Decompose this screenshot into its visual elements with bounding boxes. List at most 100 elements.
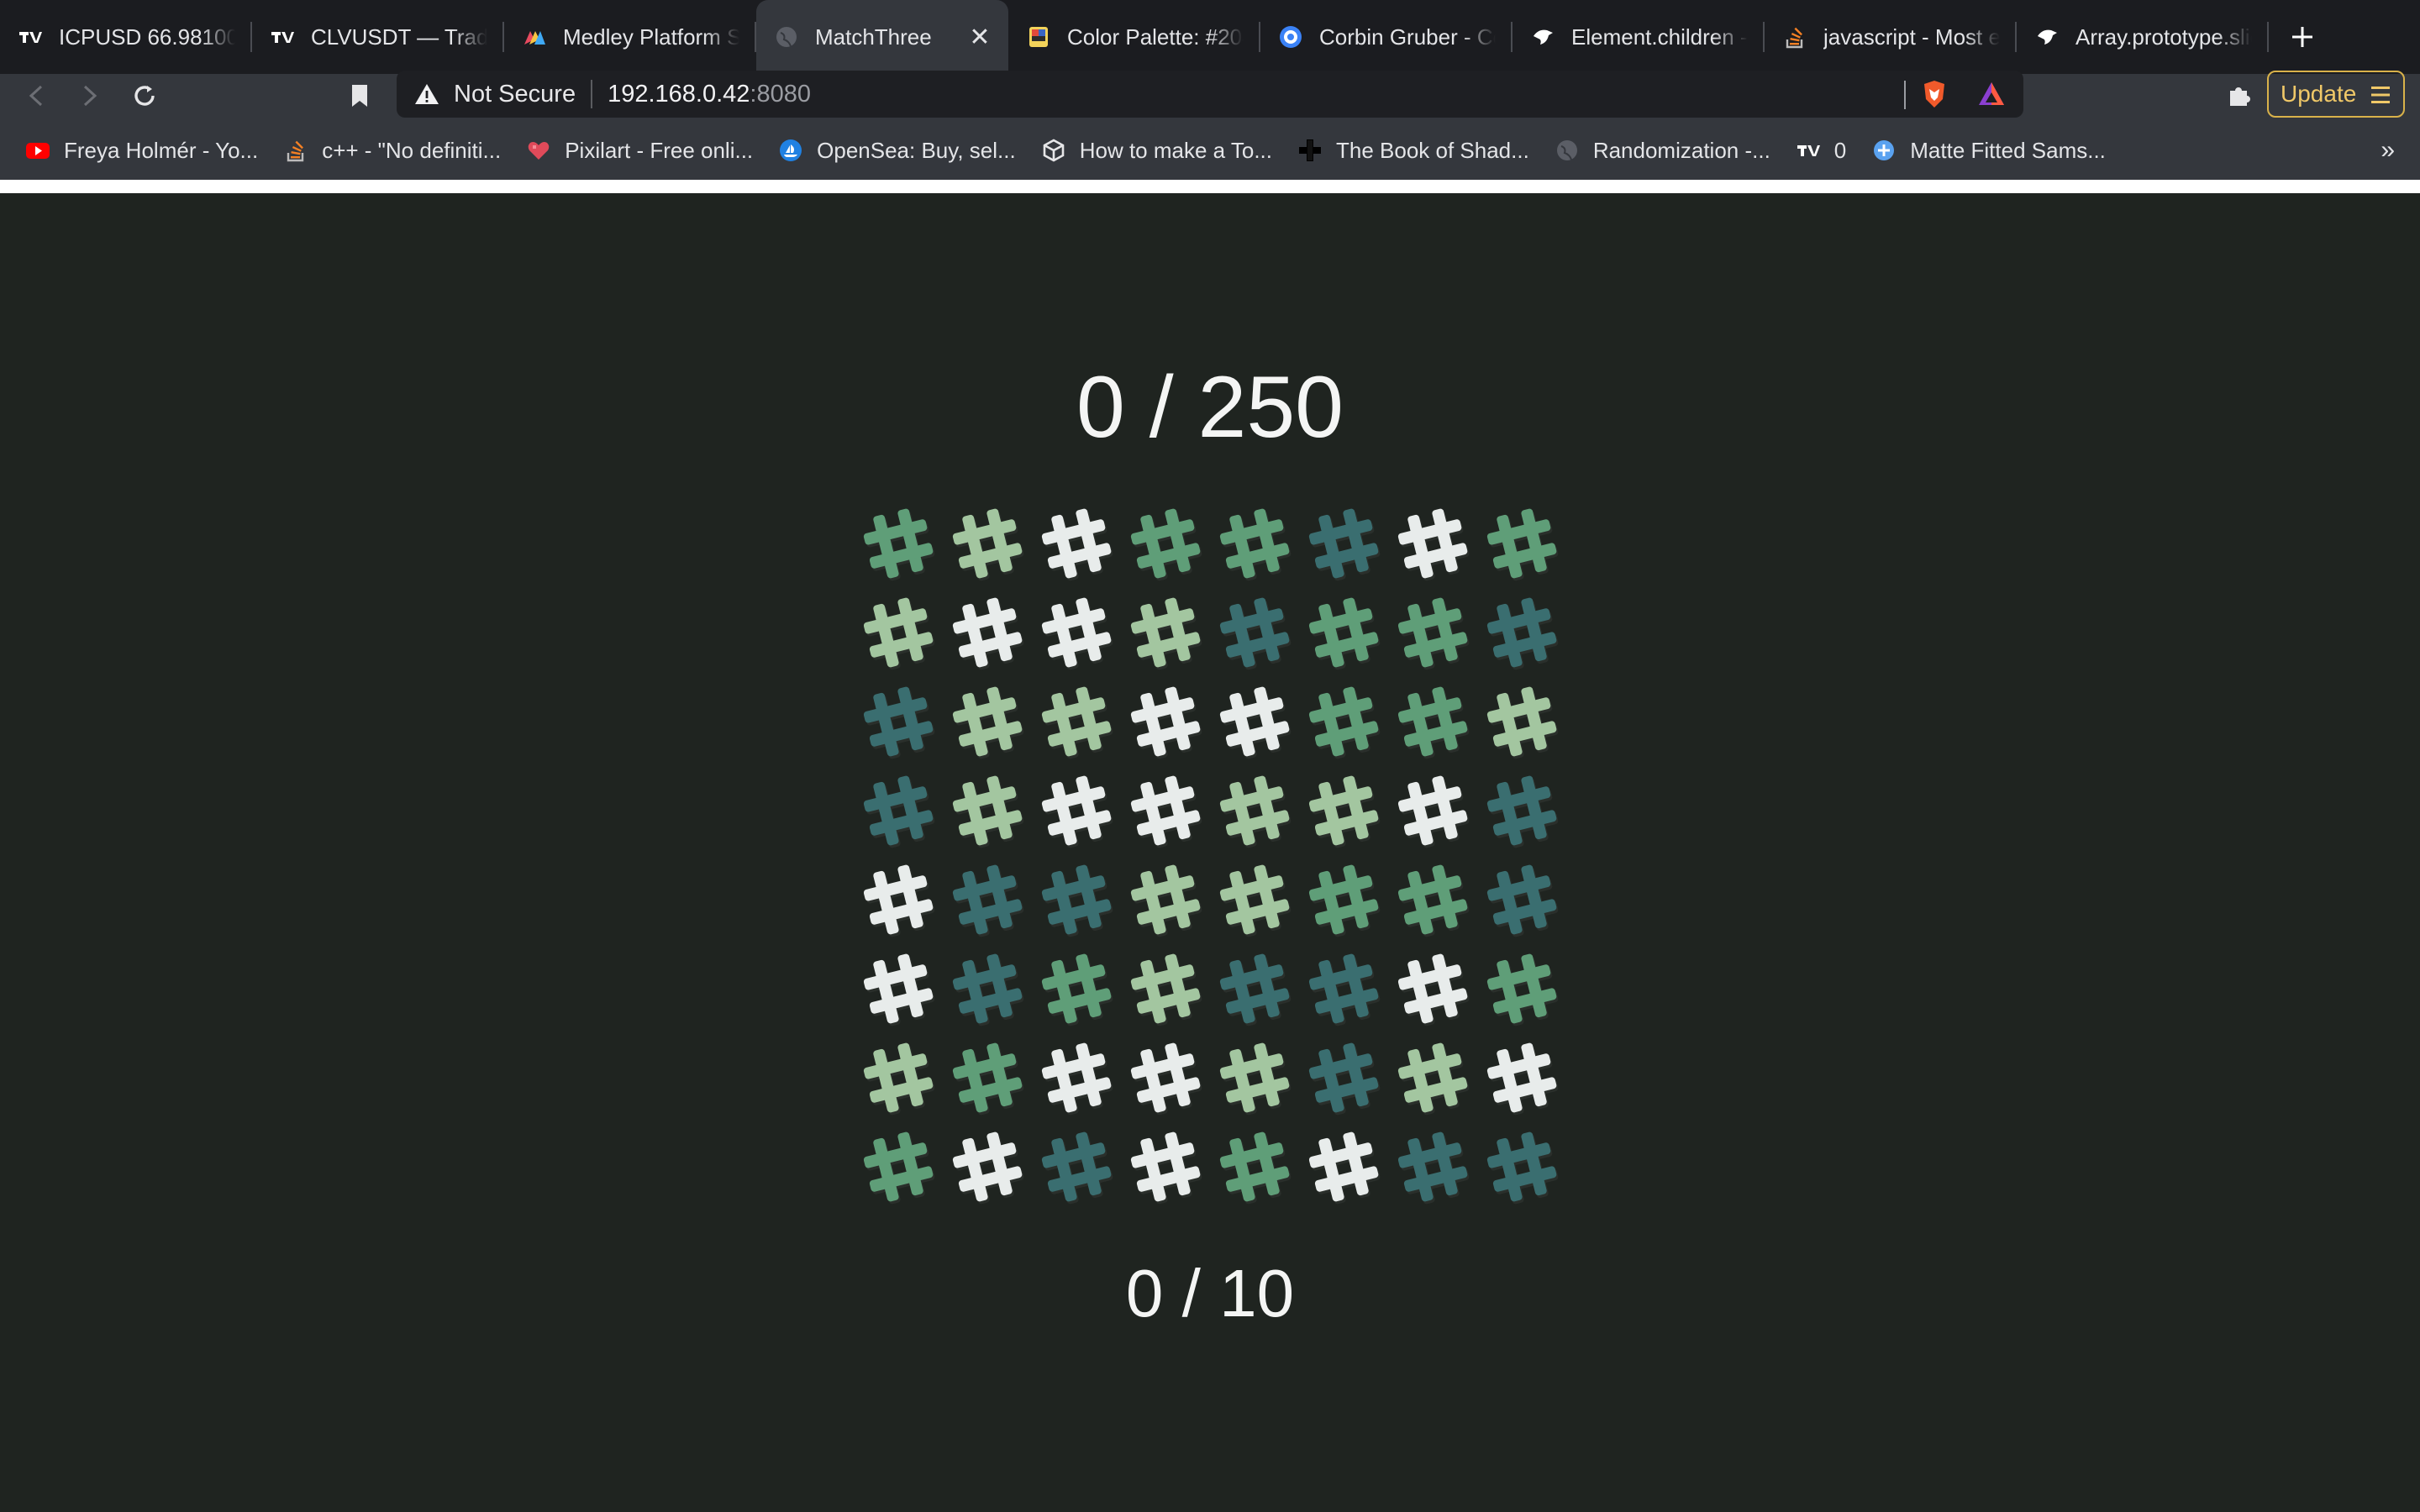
gem-tile[interactable] — [1477, 766, 1566, 855]
reload-button[interactable] — [126, 77, 163, 114]
gem-tile[interactable] — [1299, 1033, 1388, 1122]
gem-tile[interactable] — [1299, 944, 1388, 1033]
bookmark-item[interactable]: Matte Fitted Sams... — [1871, 138, 2106, 164]
tab-5[interactable]: Color Palette: #2040 — [1008, 0, 1260, 74]
gem-tile[interactable] — [1477, 1033, 1566, 1122]
security-label[interactable]: Not Secure — [454, 81, 576, 108]
gem-tile[interactable] — [854, 1033, 943, 1122]
gem-tile[interactable] — [1210, 1122, 1299, 1211]
page-top-bar — [0, 180, 2420, 193]
hash-gem-icon — [1397, 597, 1470, 670]
gem-tile[interactable] — [854, 677, 943, 766]
gem-tile[interactable] — [1477, 588, 1566, 677]
gem-tile[interactable] — [854, 855, 943, 944]
gem-tile[interactable] — [1477, 1122, 1566, 1211]
gem-tile[interactable] — [943, 855, 1032, 944]
gem-tile[interactable] — [1299, 1122, 1388, 1211]
forward-button[interactable] — [71, 77, 108, 114]
tab-3[interactable]: Medley Platform Spr — [504, 0, 756, 74]
brave-rewards-icon[interactable] — [1976, 79, 2007, 109]
tab-2[interactable]: CLVUSDT — Trading — [252, 0, 504, 74]
gem-tile[interactable] — [854, 1122, 943, 1211]
gem-tile[interactable] — [943, 1122, 1032, 1211]
gem-tile[interactable] — [1299, 677, 1388, 766]
gem-tile[interactable] — [1032, 766, 1121, 855]
gem-tile[interactable] — [1210, 944, 1299, 1033]
gem-tile[interactable] — [854, 588, 943, 677]
bookmark-item[interactable]: The Book of Shad... — [1297, 138, 1529, 164]
gem-tile[interactable] — [943, 1033, 1032, 1122]
back-button[interactable] — [18, 77, 55, 114]
gem-tile[interactable] — [1388, 1122, 1477, 1211]
gem-tile[interactable] — [943, 944, 1032, 1033]
gem-tile[interactable] — [1388, 1033, 1477, 1122]
tab-6[interactable]: Corbin Gruber - Coo — [1260, 0, 1512, 74]
update-button[interactable]: Update — [2267, 71, 2405, 118]
brave-shield-icon[interactable] — [1919, 79, 1949, 109]
gem-tile[interactable] — [943, 766, 1032, 855]
gem-tile[interactable] — [854, 766, 943, 855]
gem-tile[interactable] — [1032, 677, 1121, 766]
gem-tile[interactable] — [1032, 944, 1121, 1033]
gem-tile[interactable] — [854, 944, 943, 1033]
gem-tile[interactable] — [1121, 588, 1210, 677]
gem-tile[interactable] — [1032, 588, 1121, 677]
gem-tile[interactable] — [1210, 766, 1299, 855]
gem-tile[interactable] — [943, 588, 1032, 677]
gem-tile[interactable] — [1210, 677, 1299, 766]
gem-tile[interactable] — [1388, 944, 1477, 1033]
gem-tile[interactable] — [1210, 1033, 1299, 1122]
gem-tile[interactable] — [1121, 1122, 1210, 1211]
gem-tile[interactable] — [1388, 499, 1477, 588]
bookmarks-overflow-button[interactable]: » — [2381, 129, 2395, 171]
gem-tile[interactable] — [1121, 766, 1210, 855]
gem-tile[interactable] — [1388, 677, 1477, 766]
tab-1[interactable]: ICPUSD 66.981000 — [0, 0, 252, 74]
gem-tile[interactable] — [1121, 855, 1210, 944]
gem-tile[interactable] — [943, 499, 1032, 588]
bookmark-item[interactable]: Pixilart - Free onli... — [526, 138, 753, 164]
bookmark-item[interactable]: 0 — [1796, 138, 1846, 164]
gem-tile[interactable] — [1477, 499, 1566, 588]
gem-tile[interactable] — [1299, 766, 1388, 855]
tab-title: Array.prototype.slice — [2075, 24, 2252, 50]
gem-tile[interactable] — [1032, 1033, 1121, 1122]
gem-tile[interactable] — [1299, 855, 1388, 944]
gem-tile[interactable] — [1121, 677, 1210, 766]
gem-tile[interactable] — [1299, 499, 1388, 588]
bookmark-button[interactable] — [341, 77, 378, 114]
gem-tile[interactable] — [1388, 855, 1477, 944]
gem-tile[interactable] — [1477, 677, 1566, 766]
bookmark-item[interactable]: How to make a To... — [1041, 138, 1272, 164]
tab-title: ICPUSD 66.981000 — [59, 24, 235, 50]
gem-tile[interactable] — [1477, 944, 1566, 1033]
gem-tile[interactable] — [1388, 766, 1477, 855]
tab-8[interactable]: javascript - Most eff — [1765, 0, 2017, 74]
bookmark-item[interactable]: c++ - "No definiti... — [283, 138, 501, 164]
gem-tile[interactable] — [1032, 1122, 1121, 1211]
gem-tile[interactable] — [1032, 855, 1121, 944]
gem-tile[interactable] — [1388, 588, 1477, 677]
close-icon[interactable]: ✕ — [968, 23, 992, 52]
new-tab-button[interactable] — [2269, 0, 2336, 74]
gem-tile[interactable] — [1210, 588, 1299, 677]
gem-tile[interactable] — [1121, 1033, 1210, 1122]
gem-tile[interactable] — [1477, 855, 1566, 944]
gem-tile[interactable] — [943, 677, 1032, 766]
hash-gem-icon — [1397, 953, 1470, 1026]
tab-4[interactable]: MatchThree ✕ — [756, 0, 1008, 74]
bookmark-item[interactable]: OpenSea: Buy, sel... — [778, 138, 1016, 164]
gem-tile[interactable] — [854, 499, 943, 588]
bookmark-item[interactable]: Randomization -... — [1555, 138, 1770, 164]
extensions-button[interactable] — [2220, 77, 2257, 114]
gem-tile[interactable] — [1032, 499, 1121, 588]
gem-tile[interactable] — [1121, 499, 1210, 588]
bookmark-item[interactable]: Freya Holmér - Yo... — [25, 138, 258, 164]
gem-tile[interactable] — [1210, 499, 1299, 588]
tab-7[interactable]: Element.children - W — [1512, 0, 1765, 74]
gem-tile[interactable] — [1210, 855, 1299, 944]
gem-tile[interactable] — [1121, 944, 1210, 1033]
gem-tile[interactable] — [1299, 588, 1388, 677]
address-bar[interactable]: Not Secure 192.168.0.42:8080 — [397, 71, 2023, 118]
tab-9[interactable]: Array.prototype.slice — [2017, 0, 2269, 74]
